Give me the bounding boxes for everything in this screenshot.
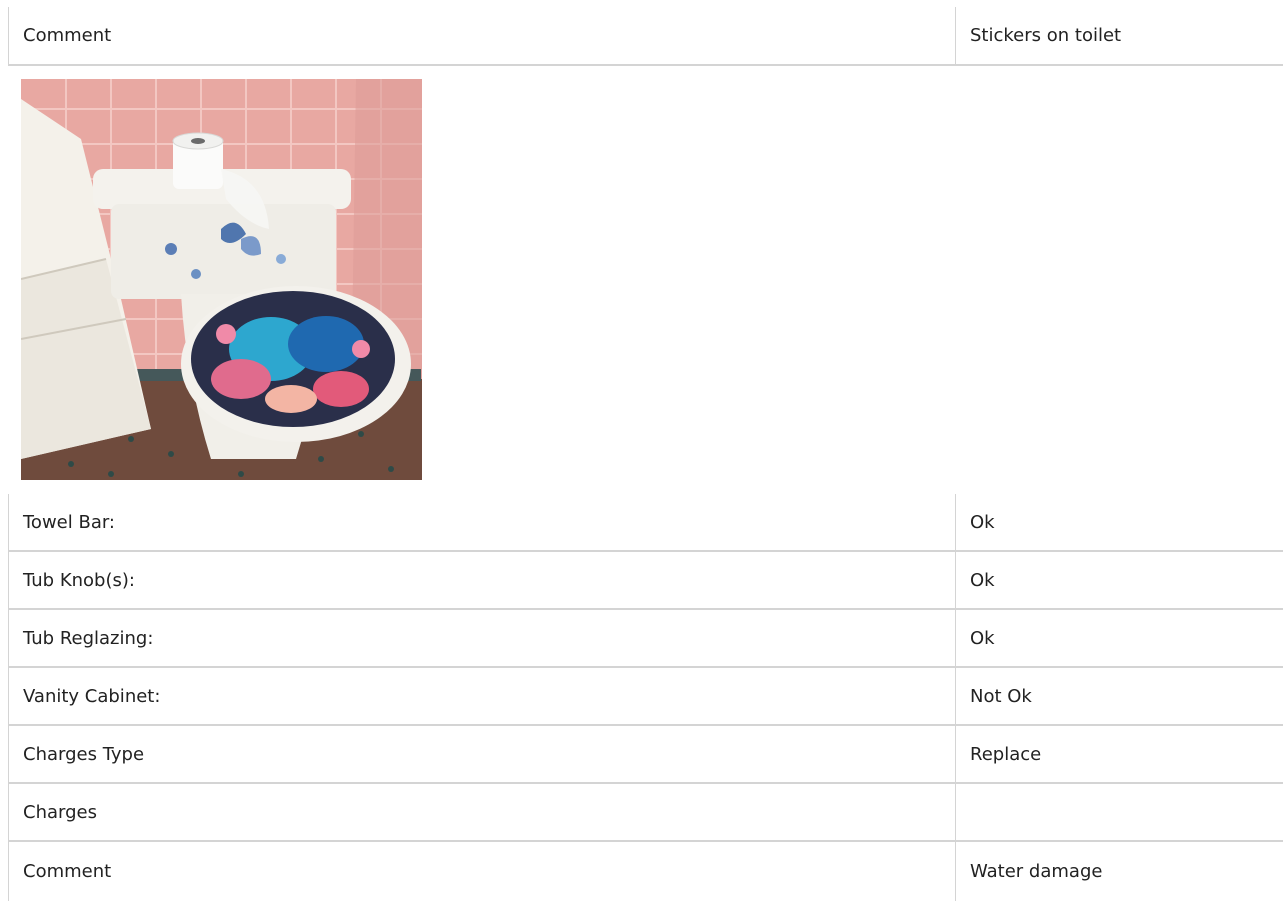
charges-value xyxy=(955,784,1283,840)
charges-type-value: Replace xyxy=(955,726,1283,782)
water-damage-comment-row: Comment Water damage xyxy=(8,842,1283,901)
charges-label: Charges xyxy=(8,784,955,840)
towel-bar-row: Towel Bar: Ok xyxy=(8,494,1283,552)
vanity-cabinet-row: Vanity Cabinet: Not Ok xyxy=(8,668,1283,726)
toilet-photo[interactable] xyxy=(21,79,422,480)
water-damage-comment-value: Water damage xyxy=(955,842,1283,901)
tub-reglazing-value: Ok xyxy=(955,610,1283,666)
vanity-cabinet-value: Not Ok xyxy=(955,668,1283,724)
towel-bar-value: Ok xyxy=(955,494,1283,550)
comment-row: Comment Stickers on toilet xyxy=(8,7,1283,66)
tub-reglazing-row: Tub Reglazing: Ok xyxy=(8,610,1283,668)
towel-bar-label: Towel Bar: xyxy=(8,494,955,550)
tub-knobs-row: Tub Knob(s): Ok xyxy=(8,552,1283,610)
comment-label: Comment xyxy=(8,7,955,64)
tub-reglazing-label: Tub Reglazing: xyxy=(8,610,955,666)
charges-row: Charges xyxy=(8,784,1283,842)
comment-value: Stickers on toilet xyxy=(955,7,1283,64)
tub-knobs-label: Tub Knob(s): xyxy=(8,552,955,608)
toilet-photo-illustration xyxy=(21,79,422,480)
charges-type-label: Charges Type xyxy=(8,726,955,782)
water-damage-comment-label: Comment xyxy=(8,842,955,901)
vanity-cabinet-label: Vanity Cabinet: xyxy=(8,668,955,724)
tub-knobs-value: Ok xyxy=(955,552,1283,608)
charges-type-row: Charges Type Replace xyxy=(8,726,1283,784)
